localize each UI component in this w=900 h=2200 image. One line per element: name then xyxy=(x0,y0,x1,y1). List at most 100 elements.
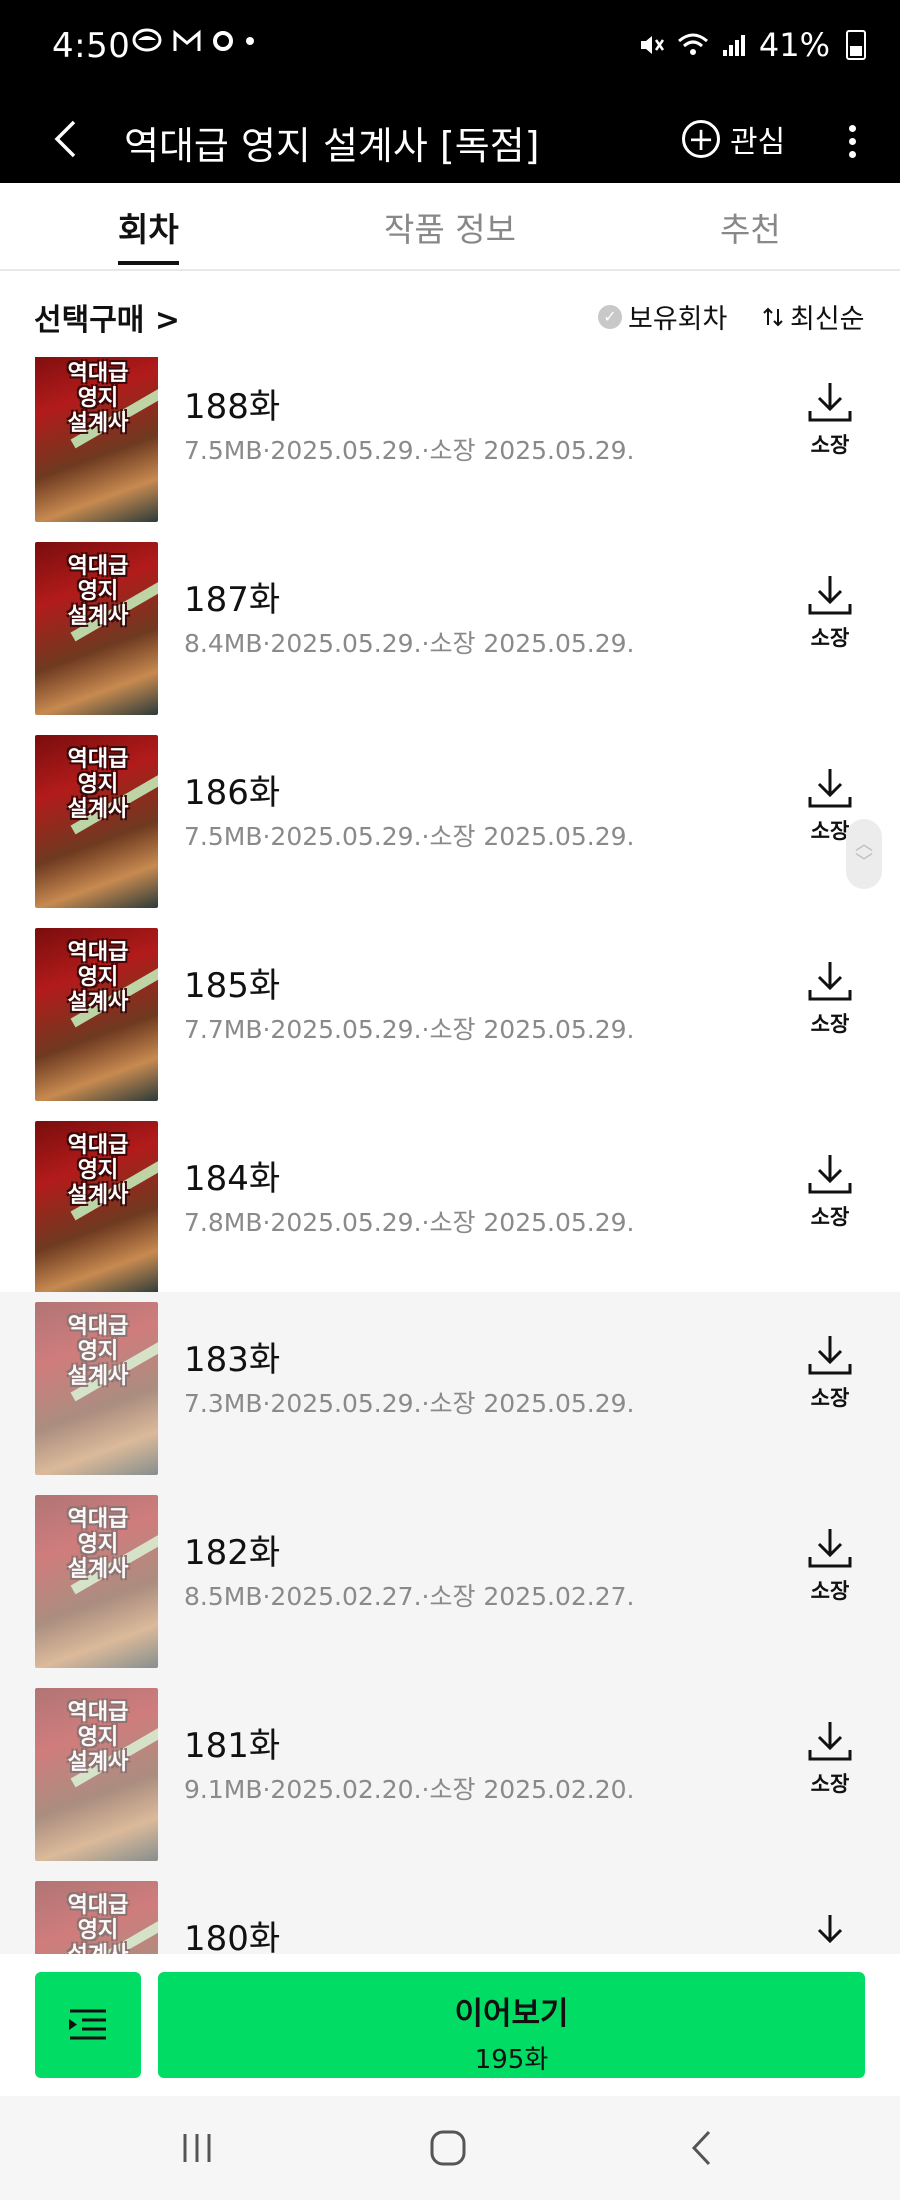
episode-title: 187화 xyxy=(184,580,281,620)
episode-title: 185화 xyxy=(184,966,281,1006)
download-button[interactable]: 소장 xyxy=(800,1334,860,1412)
download-label: 소장 xyxy=(810,1205,850,1229)
more-options-button[interactable] xyxy=(832,113,872,169)
download-icon xyxy=(817,1915,843,1944)
episode-thumbnail: 역대급영지설계사 xyxy=(35,1495,158,1668)
more-dot xyxy=(848,150,856,158)
episode-title: 183화 xyxy=(184,1340,281,1380)
thumbnail-title: 역대급영지설계사 xyxy=(67,747,129,822)
select-purchase-button[interactable]: 선택구매 > xyxy=(34,295,180,339)
download-icon xyxy=(808,769,852,808)
episode-thumbnail: 역대급영지설계사 xyxy=(35,928,158,1101)
episode-thumbnail: 역대급영지설계사 xyxy=(35,1881,158,1954)
chevron-down-icon: ﹀ xyxy=(855,852,873,873)
episode-title: 188화 xyxy=(184,387,281,427)
episode-row-read[interactable]: 역대급 영지 설계사 182화 8.5MB·2025.02.27.·소장 2025.… xyxy=(0,1485,900,1678)
mail-icon xyxy=(173,29,201,51)
download-label: 소장 xyxy=(810,1012,850,1036)
episode-title: 184화 xyxy=(184,1159,281,1199)
battery-percent: 41% xyxy=(758,26,830,64)
download-label: 소장 xyxy=(810,433,850,457)
download-button[interactable]: 소장 xyxy=(800,381,860,459)
chevron-left-icon xyxy=(54,120,76,158)
download-button[interactable]: 소장 xyxy=(800,1527,860,1605)
episode-meta: 7.5MB·2025.05.29.·소장 2025.05.29. xyxy=(184,436,635,465)
continue-reading-button[interactable]: 이어보기 195화 xyxy=(158,1972,865,2078)
record-icon xyxy=(213,31,233,51)
download-icon xyxy=(808,383,852,422)
signal-icon xyxy=(722,35,745,56)
download-button[interactable]: 소장 xyxy=(800,960,860,1038)
filter-row: 선택구매 > ✓ 보유회차 최신순 xyxy=(0,271,900,358)
favorite-button[interactable]: + 관심 xyxy=(682,109,785,169)
episode-row[interactable]: 역대급 영지 설계사 186화 7.5MB·2025.05.29.·소장 2025.… xyxy=(0,725,900,918)
download-button[interactable]: 소장 xyxy=(800,574,860,652)
notification-icons xyxy=(132,28,256,54)
favorite-label: 관심 xyxy=(730,125,786,160)
episode-title: 186화 xyxy=(184,773,281,813)
recent-apps-button[interactable] xyxy=(162,2118,232,2178)
thumbnail-title: 역대급영지설계사 xyxy=(67,1700,129,1775)
episode-thumbnail: 역대급영지설계사 xyxy=(35,1302,158,1475)
episode-thumbnail: 역대급영지설계사 xyxy=(35,1121,158,1294)
owned-episodes-toggle[interactable]: ✓ 보유회차 xyxy=(598,297,727,336)
episode-list-menu-button[interactable] xyxy=(35,1972,141,2078)
system-icons: 41% xyxy=(637,26,866,64)
episode-thumbnail: 역대급영지설계사 xyxy=(35,735,158,908)
back-button[interactable] xyxy=(40,111,90,167)
download-label: 소장 xyxy=(810,1772,850,1796)
tab-bar: 회차 작품 정보 추천 xyxy=(0,183,900,271)
status-bar: 4:50 41% xyxy=(0,0,900,95)
check-circle-icon: ✓ xyxy=(598,304,622,329)
system-nav-bar xyxy=(0,2096,900,2200)
episode-row-read[interactable]: 역대급 영지 설계사 183화 7.3MB·2025.05.29.·소장 2025.… xyxy=(0,1292,900,1485)
scroll-handle[interactable]: ︿ ﹀ xyxy=(846,819,882,889)
episode-title: 182화 xyxy=(184,1533,281,1573)
episode-row-read[interactable]: 역대급영지설계사 180화 xyxy=(0,1871,900,1954)
download-icon xyxy=(808,576,852,615)
thumbnail-title: 역대급영지설계사 xyxy=(67,940,129,1015)
download-button[interactable]: 소장 xyxy=(800,1153,860,1231)
app-bar: 역대급 영지 설계사 [독점] + 관심 xyxy=(0,95,900,183)
episode-thumbnail: 역대급영지설계사 xyxy=(35,1688,158,1861)
download-icon xyxy=(808,962,852,1001)
episode-row[interactable]: 역대급 영지 설계사 188화 7.5MB·2025.05.29.·소장 2025.… xyxy=(0,357,900,532)
sort-arrows-icon xyxy=(763,307,783,326)
thumbnail-title: 역대급영지설계사 xyxy=(67,1507,129,1582)
episode-meta: 8.4MB·2025.05.29.·소장 2025.05.29. xyxy=(184,629,635,658)
home-icon xyxy=(430,2130,466,2166)
list-menu-icon xyxy=(69,2009,106,2040)
download-icon xyxy=(808,1722,852,1761)
wifi-icon xyxy=(677,33,708,55)
download-label: 소장 xyxy=(810,1579,850,1603)
episode-meta: 7.8MB·2025.05.29.·소장 2025.05.29. xyxy=(184,1208,635,1237)
download-icon xyxy=(808,1155,852,1194)
chat-bubble-icon xyxy=(132,28,162,52)
episode-thumbnail: 역대급영지설계사 xyxy=(35,542,158,715)
episode-row-read[interactable]: 역대급 영지 설계사 181화 9.1MB·2025.02.20.·소장 2025.… xyxy=(0,1678,900,1871)
episode-meta: 8.5MB·2025.02.27.·소장 2025.02.27. xyxy=(184,1582,635,1611)
download-button[interactable]: 소장 xyxy=(800,1720,860,1798)
episode-title: 180화 xyxy=(184,1919,281,1954)
episode-row[interactable]: 역대급 영지 설계사 187화 8.4MB·2025.05.29.·소장 2025.… xyxy=(0,532,900,725)
system-back-button[interactable] xyxy=(666,2118,736,2178)
episode-row[interactable]: 역대급 영지 설계사 184화 7.8MB·2025.05.29.·소장 2025.… xyxy=(0,1111,900,1304)
download-icon xyxy=(808,1336,852,1375)
sort-button[interactable]: 최신순 xyxy=(762,297,865,336)
tab-recommend[interactable]: 추천 xyxy=(720,203,781,251)
download-button[interactable] xyxy=(800,1913,860,1954)
episode-meta: 7.7MB·2025.05.29.·소장 2025.05.29. xyxy=(184,1015,635,1044)
tab-episodes[interactable]: 회차 xyxy=(118,203,179,265)
sort-label: 최신순 xyxy=(790,304,865,335)
tab-work-info[interactable]: 작품 정보 xyxy=(384,203,516,251)
more-dot xyxy=(848,137,856,145)
owned-label: 보유회차 xyxy=(628,304,728,335)
episode-thumbnail: 역대급영지설계사 xyxy=(35,357,158,522)
mute-icon xyxy=(640,36,664,54)
home-button[interactable] xyxy=(413,2118,483,2178)
episode-row[interactable]: 역대급 영지 설계사 185화 7.7MB·2025.05.29.·소장 2025.… xyxy=(0,918,900,1111)
thumbnail-title: 역대급영지설계사 xyxy=(67,554,129,629)
thumbnail-title: 역대급영지설계사 xyxy=(67,1314,129,1389)
page-title: 역대급 영지 설계사 [독점] xyxy=(124,124,540,168)
download-label: 소장 xyxy=(810,626,850,650)
